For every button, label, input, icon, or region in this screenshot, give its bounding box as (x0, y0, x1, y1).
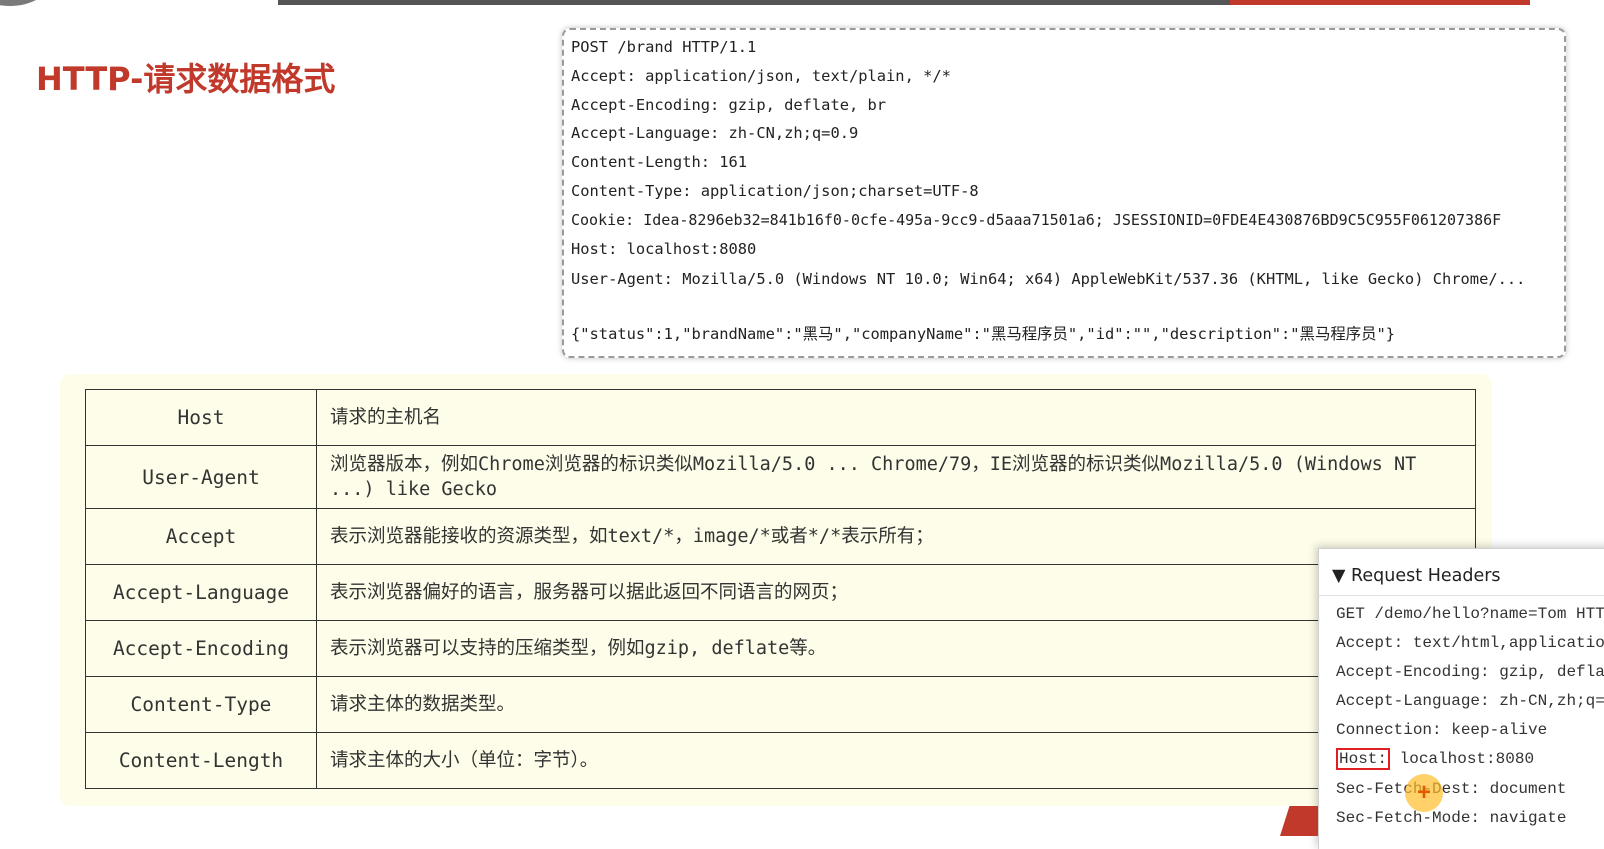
table-row: Content-Type 请求主体的数据类型。 (85, 676, 1476, 733)
header-description: 请求主体的大小（单位：字节）。 (316, 732, 1476, 789)
table-row: User-Agent 浏览器版本，例如Chrome浏览器的标识类似Mozilla… (85, 445, 1476, 509)
devtools-header-connection: Connection: keep-alive (1336, 721, 1548, 739)
cursor-highlight-icon: + (1405, 774, 1443, 812)
host-value: localhost:8080 (1390, 750, 1535, 768)
header-accept-encoding: Accept-Encoding: gzip, deflate, br (571, 96, 887, 114)
header-name: Content-Length (85, 732, 317, 789)
request-headers-table: Host 请求的主机名 User-Agent 浏览器版本，例如Chrome浏览器… (85, 389, 1476, 789)
top-progress-bar-accent (1230, 0, 1530, 5)
header-accept-language: Accept-Language: zh-CN,zh;q=0.9 (571, 124, 859, 142)
request-headers-heading: Request Headers (1351, 566, 1501, 586)
corner-decoration (0, 0, 50, 6)
corner-red-decoration (1280, 806, 1318, 836)
header-content-type: Content-Type: application/json;charset=U… (571, 182, 979, 200)
header-description: 表示浏览器偏好的语言，服务器可以据此返回不同语言的网页； (316, 564, 1476, 621)
page-title: HTTP-请求数据格式 (36, 60, 336, 98)
table-row: Accept-Encoding 表示浏览器可以支持的压缩类型，例如gzip, d… (85, 620, 1476, 677)
table-row: Accept-Language 表示浏览器偏好的语言，服务器可以据此返回不同语言… (85, 564, 1476, 621)
header-name: User-Agent (85, 445, 317, 509)
header-name: Accept-Language (85, 564, 317, 621)
devtools-header-accept-encoding: Accept-Encoding: gzip, deflate (1336, 663, 1604, 681)
header-name: Accept (85, 508, 317, 565)
header-host: Host: localhost:8080 (571, 240, 757, 258)
table-row: Content-Length 请求主体的大小（单位：字节）。 (85, 732, 1476, 789)
host-key-highlight: Host: (1336, 748, 1391, 770)
header-name: Content-Type (85, 676, 317, 733)
devtools-header-host: Host: localhost:8080 (1336, 748, 1535, 770)
header-cookie: Cookie: Idea-8296eb32=841b16f0-0cfe-495a… (571, 211, 1502, 229)
header-name: Accept-Encoding (85, 620, 317, 677)
devtools-request-line: GET /demo/hello?name=Tom HTTP/1.1 (1336, 605, 1604, 623)
devtools-request-headers-panel: ▼ Request Headers GET /demo/hello?name=T… (1318, 548, 1604, 849)
header-description: 请求主体的数据类型。 (316, 676, 1476, 733)
devtools-divider (1319, 595, 1604, 596)
header-description: 表示浏览器可以支持的压缩类型，例如gzip, deflate等。 (316, 620, 1476, 677)
header-content-length: Content-Length: 161 (571, 153, 748, 171)
header-description: 请求的主机名 (316, 389, 1476, 446)
request-headers-section-toggle[interactable]: ▼ Request Headers (1332, 566, 1501, 586)
devtools-header-accept-language: Accept-Language: zh-CN,zh;q=0.9 (1336, 692, 1604, 710)
http-request-example: POST /brand HTTP/1.1 Accept: application… (562, 28, 1566, 358)
header-accept: Accept: application/json, text/plain, */… (571, 67, 951, 85)
devtools-header-sec-fetch-mode: Sec-Fetch-Mode: navigate (1336, 809, 1567, 827)
header-user-agent: User-Agent: Mozilla/5.0 (Windows NT 10.0… (571, 270, 1526, 288)
devtools-header-sec-fetch-dest: Sec-Fetch-Dest: document (1336, 780, 1567, 798)
table-row: Accept 表示浏览器能接收的资源类型，如text/*，image/*或者*/… (85, 508, 1476, 565)
triangle-down-icon: ▼ (1332, 566, 1346, 586)
table-row: Host 请求的主机名 (85, 389, 1476, 446)
header-description: 表示浏览器能接收的资源类型，如text/*，image/*或者*/*表示所有； (316, 508, 1476, 565)
header-description: 浏览器版本，例如Chrome浏览器的标识类似Mozilla/5.0 ... Ch… (316, 445, 1476, 509)
request-line: POST /brand HTTP/1.1 (571, 38, 757, 56)
devtools-header-accept: Accept: text/html,application/xhtml+xml (1336, 634, 1604, 652)
request-body: {"status":1,"brandName":"黑马","companyNam… (571, 325, 1396, 343)
header-name: Host (85, 389, 317, 446)
